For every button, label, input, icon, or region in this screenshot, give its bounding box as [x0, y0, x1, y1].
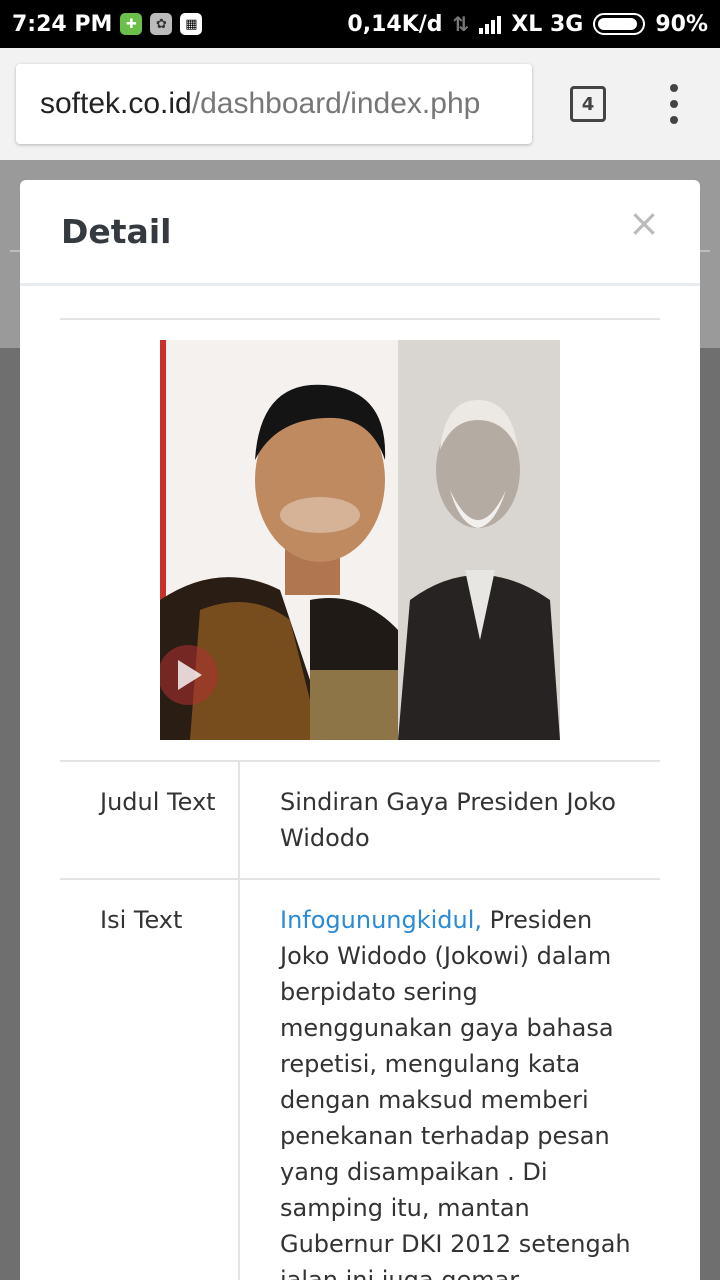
data-arrows-icon: ⇅ — [452, 12, 470, 36]
detail-table: Judul Text Sindiran Gaya Presiden Joko W… — [60, 760, 660, 1280]
carrier-label: XL 3G — [511, 11, 584, 37]
row-label: Isi Text — [60, 880, 240, 1280]
detail-modal: Detail × Judul Text Sindiran Gaya Presid… — [20, 180, 700, 1280]
status-bar: 7:24 PM ✚ ✿ ▦ 0,14K/d ⇅ XL 3G 90% — [0, 0, 720, 48]
modal-header: Detail × — [20, 180, 700, 286]
table-row: Isi Text Infogunungkidul, Presiden Joko … — [60, 878, 660, 1280]
article-body: Presiden Joko Widodo (Jokowi) dalam berp… — [280, 906, 631, 1280]
row-value: Sindiran Gaya Presiden Joko Widodo — [280, 788, 616, 852]
overflow-menu-icon[interactable] — [664, 84, 684, 124]
table-row: Judul Text Sindiran Gaya Presiden Joko W… — [60, 760, 660, 878]
app-icon: ✿ — [150, 13, 173, 35]
signal-icon — [479, 14, 502, 34]
battery-icon — [593, 13, 646, 35]
clock: 7:24 PM — [12, 11, 113, 37]
network-speed: 0,14K/d — [347, 11, 443, 37]
article-photo — [160, 340, 560, 740]
battery-level: 90% — [655, 11, 708, 37]
tabs-icon[interactable]: 4 — [570, 86, 606, 122]
row-value: Infogunungkidul, Presiden Joko Widodo (J… — [240, 880, 660, 1280]
tab-count: 4 — [581, 93, 595, 115]
row-label: Judul Text — [60, 762, 240, 878]
url-path: /dashboard/index.php — [191, 87, 481, 120]
url-host: softek.co.id — [40, 87, 192, 120]
modal-title: Detail — [61, 212, 172, 251]
shield-icon: ✚ — [120, 13, 143, 35]
close-icon[interactable]: × — [628, 204, 660, 242]
browser-toolbar: softek.co.id/dashboard/index.php 4 — [0, 48, 720, 160]
bbm-icon: ▦ — [180, 13, 203, 35]
source-link[interactable]: Infogunungkidul, — [280, 906, 482, 934]
modal-divider — [60, 318, 660, 320]
url-bar[interactable]: softek.co.id/dashboard/index.php — [16, 64, 532, 144]
